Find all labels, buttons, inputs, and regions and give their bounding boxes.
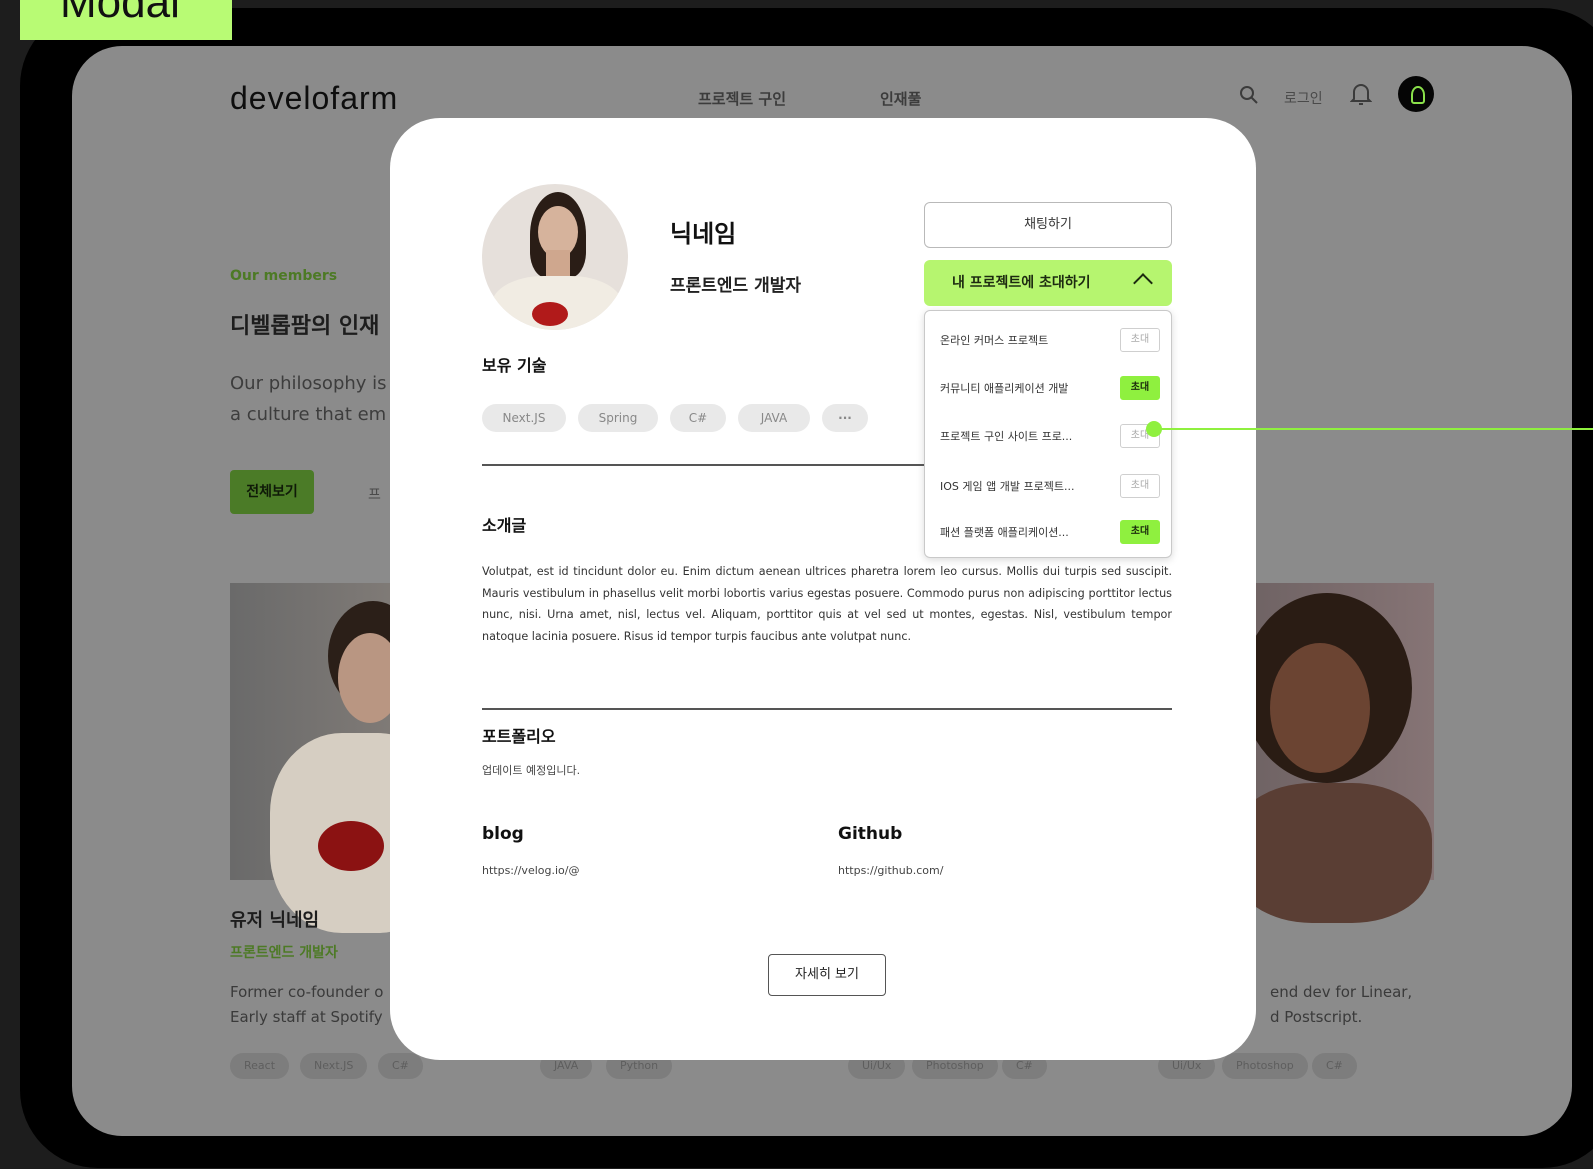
intro-title: 소개글 xyxy=(482,516,527,535)
invite-button[interactable]: 초대 xyxy=(1120,474,1160,498)
skill-chip: JAVA xyxy=(738,404,810,432)
members-description: Our philosophy is a culture that em xyxy=(230,373,387,425)
invite-button[interactable]: 초대 xyxy=(1120,328,1160,352)
skill-chip: Next.JS xyxy=(482,404,566,432)
member-photo-right[interactable] xyxy=(1232,583,1434,923)
blog-link[interactable]: https://velog.io/@ xyxy=(482,864,579,877)
invite-to-project-button[interactable]: 내 프로젝트에 초대하기 xyxy=(924,260,1172,306)
github-link[interactable]: https://github.com/ xyxy=(838,864,943,877)
members-title: 디벨롭팜의 인재 xyxy=(230,314,380,339)
chevron-up-icon xyxy=(1133,273,1153,293)
member-role: 프론트엔드 개발자 xyxy=(230,945,338,961)
skill-chip: C# xyxy=(378,1053,423,1079)
bell-icon[interactable] xyxy=(1349,82,1373,111)
user-avatar[interactable] xyxy=(1398,76,1434,112)
project-name: 프로젝트 구인 사이트 프로... xyxy=(940,430,1073,443)
project-option[interactable]: IOS 게임 앱 개발 프로젝트... 초대 xyxy=(940,473,1160,499)
project-dropdown: 온라인 커머스 프로젝트 초대 커뮤니티 애플리케이션 개발 초대 프로젝트 구… xyxy=(924,310,1172,558)
project-option[interactable]: 온라인 커머스 프로젝트 초대 xyxy=(940,327,1160,353)
profile-nickname: 닉네임 xyxy=(670,220,737,248)
view-details-button[interactable]: 자세히 보기 xyxy=(768,954,886,996)
member-nickname: 유저 닉네임 xyxy=(230,910,320,931)
project-option[interactable]: 패션 플랫폼 애플리케이션... 초대 xyxy=(940,519,1160,545)
intro-text: Volutpat, est id tincidunt dolor eu. Eni… xyxy=(482,565,1172,643)
project-name: 패션 플랫폼 애플리케이션... xyxy=(940,526,1069,539)
project-option[interactable]: 프로젝트 구인 사이트 프로... 초대 xyxy=(940,423,1160,449)
view-all-button[interactable]: 전체보기 xyxy=(230,470,314,514)
profile-photo xyxy=(482,184,628,330)
members-kicker: Our members xyxy=(230,268,338,284)
member-photo-left[interactable] xyxy=(230,583,450,933)
profile-modal: 닉네임 프론트엔드 개발자 채팅하기 내 프로젝트에 초대하기 온라인 커머스 … xyxy=(390,118,1256,1060)
portfolio-title: 포트폴리오 xyxy=(482,727,556,746)
skill-chip: Next.JS xyxy=(300,1053,368,1079)
member-description-left: Former co-founder o Early staff at Spoti… xyxy=(230,983,384,1026)
annotation-line xyxy=(1155,428,1593,430)
project-name: 커뮤니티 애플리케이션 개발 xyxy=(940,382,1069,395)
profile-job: 프론트엔드 개발자 xyxy=(670,276,802,296)
project-option[interactable]: 커뮤니티 애플리케이션 개발 초대 xyxy=(940,375,1160,401)
skill-chip: Spring xyxy=(578,404,658,432)
divider xyxy=(482,464,924,466)
chat-button[interactable]: 채팅하기 xyxy=(924,202,1172,248)
member-description-right: end dev for Linear, d Postscript. xyxy=(1270,983,1413,1026)
invite-button[interactable]: 초대 xyxy=(1120,376,1160,400)
login-link[interactable]: 로그인 xyxy=(1284,88,1323,108)
portfolio-text: 업데이트 예정입니다. xyxy=(482,764,581,777)
skill-chip: Photoshop xyxy=(1222,1053,1308,1079)
more-skills-button[interactable]: ··· xyxy=(822,404,868,432)
invite-button-label: 내 프로젝트에 초대하기 xyxy=(952,275,1091,291)
github-title: Github xyxy=(838,824,903,844)
project-name: 온라인 커머스 프로젝트 xyxy=(940,334,1049,347)
filter-button[interactable]: 프 xyxy=(368,484,381,504)
invite-button[interactable]: 초대 xyxy=(1120,520,1160,544)
project-name: IOS 게임 앱 개발 프로젝트... xyxy=(940,480,1075,493)
app-screen: develofarm 프로젝트 구인 인재풀 로그인 Our members 디… xyxy=(72,46,1572,1136)
skill-chip: C# xyxy=(1312,1053,1357,1079)
divider xyxy=(482,708,1172,710)
search-icon[interactable] xyxy=(1238,84,1260,111)
nav-talent-pool[interactable]: 인재풀 xyxy=(880,88,921,109)
device-frame: develofarm 프로젝트 구인 인재풀 로그인 Our members 디… xyxy=(20,8,1593,1168)
logo[interactable]: develofarm xyxy=(230,80,398,117)
skill-chip: React xyxy=(230,1053,290,1079)
skill-chip: C# xyxy=(670,404,726,432)
frame-label: Modal xyxy=(20,0,232,40)
nav-project-recruit[interactable]: 프로젝트 구인 xyxy=(698,88,786,109)
annotation-dot xyxy=(1146,421,1162,437)
blog-title: blog xyxy=(482,824,524,844)
skills-title: 보유 기술 xyxy=(482,356,547,375)
